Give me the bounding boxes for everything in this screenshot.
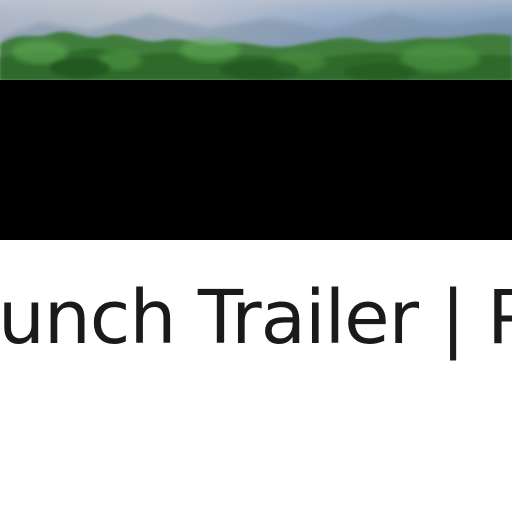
video-title[interactable]: unch Trailer | P [0,270,512,366]
video-thumbnail[interactable] [0,0,512,240]
letterbox-bar [0,80,512,240]
video-card[interactable]: unch Trailer | P [0,0,512,512]
thumbnail-scenery-image [0,0,512,80]
